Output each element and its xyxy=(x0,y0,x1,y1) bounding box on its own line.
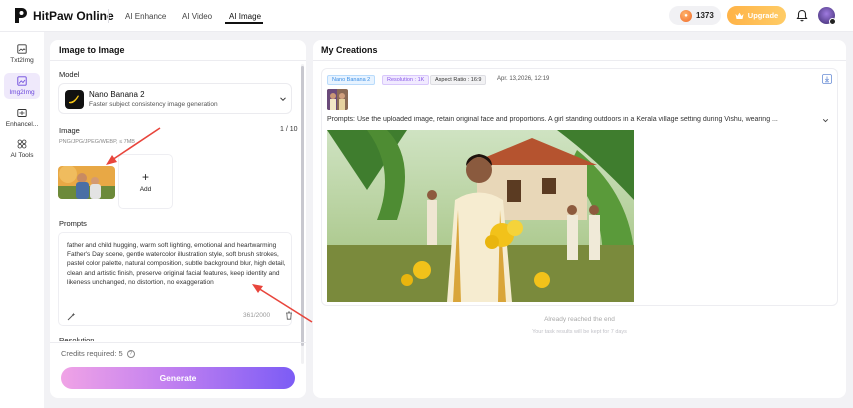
add-image-button[interactable]: + Add xyxy=(118,154,173,209)
model-label: Model xyxy=(59,70,80,79)
resolution-label: Resolution xyxy=(59,337,94,341)
source-photo xyxy=(327,89,348,110)
top-bar: HitPaw Online AI Enhance AI Video AI Ima… xyxy=(0,0,853,32)
image-count: 1 / 10 xyxy=(280,126,298,133)
download-icon[interactable] xyxy=(822,74,832,84)
image-formats-hint: PNG/JPG/JPEG/WEBP, ≤ 7MB xyxy=(59,139,135,145)
model-thumbnail xyxy=(65,90,84,109)
upgrade-label: Upgrade xyxy=(747,11,779,20)
prompt-input[interactable]: father and child hugging, warm soft ligh… xyxy=(58,232,292,326)
my-creations-panel: My Creations Nano Banana 2 Resolution : … xyxy=(313,40,846,398)
enhance-icon xyxy=(17,109,27,117)
text-image-icon xyxy=(17,44,27,54)
nav-ai-enhance[interactable]: AI Enhance xyxy=(125,0,166,32)
scrollbar-thumb[interactable] xyxy=(301,66,304,346)
chevron-down-icon[interactable] xyxy=(822,117,829,124)
model-description: Faster subject consistency image generat… xyxy=(89,101,218,108)
generate-button[interactable]: Generate xyxy=(61,367,295,389)
coin-icon: ● xyxy=(680,9,692,22)
crown-icon xyxy=(735,12,744,19)
nav-active-indicator xyxy=(225,22,263,24)
panel-title: Image to Image xyxy=(59,45,125,55)
model-name: Nano Banana 2 xyxy=(89,90,145,99)
sidebar: Txt2Img Img2Img Enhancel... AI Tools xyxy=(0,32,44,408)
hitpaw-logo-icon xyxy=(15,8,27,23)
image-label: Image xyxy=(59,126,80,135)
creation-prompt: Prompts: Use the uploaded image, retain … xyxy=(327,116,778,123)
tools-icon xyxy=(17,139,27,149)
credits-balance[interactable]: ● 1373 xyxy=(669,6,721,25)
trash-icon[interactable] xyxy=(285,311,293,320)
generated-image[interactable] xyxy=(327,130,634,302)
help-icon[interactable]: ? xyxy=(126,349,135,358)
divider xyxy=(313,60,846,61)
credits-required: Credits required: 5 ? xyxy=(61,349,135,358)
credits-required-text: Credits required: 5 xyxy=(61,349,123,358)
divider xyxy=(50,60,306,61)
aspect-ratio-tag: Aspect Ratio : 16:9 xyxy=(430,75,487,85)
sidebar-item-label: Img2Img xyxy=(9,89,35,96)
bell-icon[interactable] xyxy=(796,9,808,22)
resolution-tag: Resolution : 1K xyxy=(382,75,430,85)
logo[interactable]: HitPaw Online xyxy=(14,7,114,24)
prompts-label: Prompts xyxy=(59,219,87,228)
generated-photo xyxy=(327,130,634,302)
chevron-down-icon xyxy=(280,97,286,102)
prompt-text[interactable]: father and child hugging, warm soft ligh… xyxy=(67,241,289,287)
divider xyxy=(108,9,109,23)
sidebar-item-txt2img[interactable]: Txt2Img xyxy=(4,44,40,68)
sidebar-item-label: Txt2Img xyxy=(10,57,34,64)
sidebar-item-ai-tools[interactable]: AI Tools xyxy=(4,139,40,163)
model-tag: Nano Banana 2 xyxy=(327,75,376,85)
nav-ai-image[interactable]: AI Image xyxy=(229,0,261,32)
brand-name: HitPaw Online xyxy=(33,8,114,23)
creation-date: Apr. 13,2026, 12:19 xyxy=(497,76,550,82)
avatar-badge-icon xyxy=(829,18,836,25)
creation-card: Nano Banana 2 Resolution : 1K Aspect Rat… xyxy=(321,68,838,306)
panel-title: My Creations xyxy=(321,45,378,55)
sidebar-item-label: AI Tools xyxy=(10,152,34,159)
magic-wand-icon[interactable] xyxy=(67,312,76,321)
banana-icon xyxy=(69,95,79,104)
source-image-thumbnail[interactable] xyxy=(327,89,348,110)
nav-ai-video[interactable]: AI Video xyxy=(182,0,212,32)
credits-value: 1373 xyxy=(696,11,714,20)
end-of-list-text: Already reached the end xyxy=(544,316,615,323)
uploaded-image-thumbnail[interactable] xyxy=(58,166,115,199)
uploaded-photo xyxy=(58,166,115,199)
plus-icon: + xyxy=(141,169,149,184)
sidebar-item-img2img[interactable]: Img2Img xyxy=(4,73,40,99)
sidebar-item-label: Enhancel... xyxy=(5,121,39,128)
image-to-image-panel: Image to Image Model Nano Banana 2 Faste… xyxy=(50,40,306,398)
add-label: Add xyxy=(139,185,152,193)
image-image-icon xyxy=(17,76,27,86)
char-count: 361/2000 xyxy=(243,312,271,319)
retention-note: Your task results will be kept for 7 day… xyxy=(532,329,627,335)
upgrade-button[interactable]: Upgrade xyxy=(727,6,786,25)
divider xyxy=(50,342,306,343)
model-select[interactable]: Nano Banana 2 Faster subject consistency… xyxy=(58,83,292,114)
sidebar-item-enhancer[interactable]: Enhancel... xyxy=(4,108,40,132)
